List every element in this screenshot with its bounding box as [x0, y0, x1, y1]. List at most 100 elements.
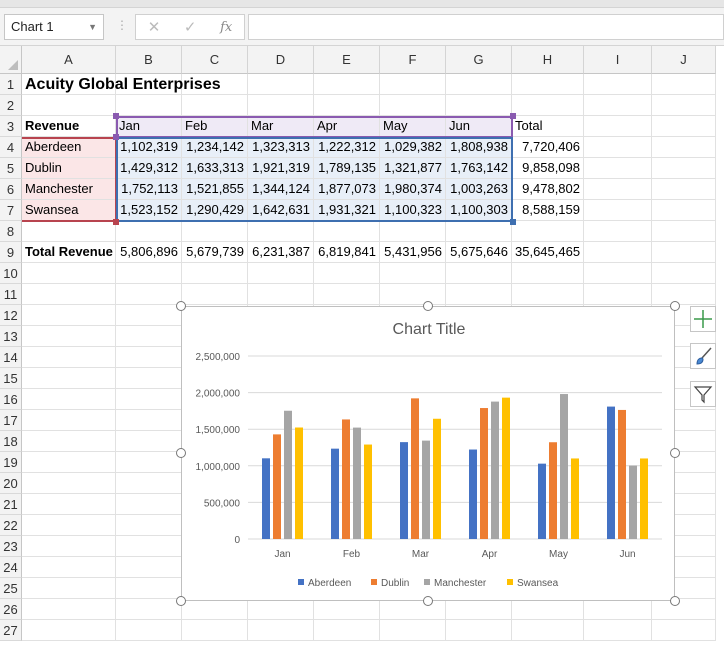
cell-H4[interactable]: 7,720,406	[512, 137, 584, 158]
cell[interactable]	[22, 494, 116, 515]
cell-B4[interactable]: 1,102,319	[116, 137, 182, 158]
row-header[interactable]: 17	[0, 410, 22, 431]
cell[interactable]	[584, 179, 652, 200]
range-handle[interactable]	[510, 113, 516, 119]
cell[interactable]	[116, 515, 182, 536]
column-header-I[interactable]: I	[584, 46, 652, 74]
cell-G7[interactable]: 1,100,303	[446, 200, 512, 221]
cell[interactable]	[116, 578, 182, 599]
cell-B6[interactable]: 1,752,113	[116, 179, 182, 200]
cell[interactable]	[22, 326, 116, 347]
cell[interactable]	[652, 284, 716, 305]
cell[interactable]	[512, 263, 584, 284]
cell-E9[interactable]: 6,819,841	[314, 242, 380, 263]
cell[interactable]	[584, 137, 652, 158]
row-header[interactable]: 25	[0, 578, 22, 599]
cell-G3[interactable]: Jun	[446, 116, 512, 137]
cell[interactable]	[584, 74, 652, 95]
chart[interactable]: Chart Title 0 500,000 1,000,000 1,500,000 2,0…	[181, 306, 675, 601]
cell[interactable]	[314, 599, 380, 620]
cell[interactable]	[446, 263, 512, 284]
cell[interactable]	[446, 95, 512, 116]
cell[interactable]	[446, 620, 512, 641]
cell[interactable]	[116, 599, 182, 620]
cell-E4[interactable]: 1,222,312	[314, 137, 380, 158]
cell[interactable]	[182, 284, 248, 305]
row-header[interactable]: 14	[0, 347, 22, 368]
cell[interactable]	[248, 620, 314, 641]
resize-handle[interactable]	[670, 596, 680, 606]
cell[interactable]	[116, 221, 182, 242]
cell-D4[interactable]: 1,323,313	[248, 137, 314, 158]
cell[interactable]	[22, 221, 116, 242]
row-header[interactable]: 3	[0, 116, 22, 137]
cell[interactable]	[22, 620, 116, 641]
cell-C9[interactable]: 5,679,739	[182, 242, 248, 263]
cell-F7[interactable]: 1,100,323	[380, 200, 446, 221]
row-header[interactable]: 20	[0, 473, 22, 494]
row-header[interactable]: 11	[0, 284, 22, 305]
cell[interactable]	[116, 284, 182, 305]
cell-E7[interactable]: 1,931,321	[314, 200, 380, 221]
cell[interactable]	[116, 305, 182, 326]
cell[interactable]	[584, 263, 652, 284]
cell[interactable]	[248, 284, 314, 305]
cell-B9[interactable]: 5,806,896	[116, 242, 182, 263]
cell[interactable]	[652, 242, 716, 263]
cell[interactable]	[22, 263, 116, 284]
cell[interactable]	[512, 620, 584, 641]
cell[interactable]	[446, 74, 512, 95]
cell-G4[interactable]: 1,808,938	[446, 137, 512, 158]
cell[interactable]	[380, 95, 446, 116]
cell[interactable]	[584, 95, 652, 116]
resize-handle[interactable]	[423, 596, 433, 606]
cell[interactable]	[22, 452, 116, 473]
cell[interactable]	[116, 452, 182, 473]
cell[interactable]	[248, 221, 314, 242]
cell[interactable]	[314, 263, 380, 284]
row-header[interactable]: 21	[0, 494, 22, 515]
cell[interactable]	[116, 431, 182, 452]
cell-C4[interactable]: 1,234,142	[182, 137, 248, 158]
cell[interactable]	[116, 368, 182, 389]
row-header[interactable]: 23	[0, 536, 22, 557]
cell-D7[interactable]: 1,642,631	[248, 200, 314, 221]
row-header[interactable]: 4	[0, 137, 22, 158]
cell[interactable]	[380, 263, 446, 284]
cell[interactable]	[380, 284, 446, 305]
range-handle[interactable]	[113, 219, 119, 225]
cell[interactable]	[22, 389, 116, 410]
cell[interactable]	[512, 284, 584, 305]
resize-handle[interactable]	[176, 301, 186, 311]
cell[interactable]	[22, 557, 116, 578]
cell-E3[interactable]: Apr	[314, 116, 380, 137]
drag-handle-icon[interactable]: ⋮	[116, 18, 128, 32]
range-handle[interactable]	[113, 134, 119, 140]
cell[interactable]	[116, 263, 182, 284]
column-header-B[interactable]: B	[116, 46, 182, 74]
cell[interactable]	[314, 74, 380, 95]
cell-B7[interactable]: 1,523,152	[116, 200, 182, 221]
cell[interactable]	[314, 95, 380, 116]
cell[interactable]	[380, 221, 446, 242]
cell[interactable]	[652, 221, 716, 242]
row-header[interactable]: 26	[0, 599, 22, 620]
cell[interactable]	[22, 578, 116, 599]
name-box[interactable]: Chart 1 ▼	[4, 14, 104, 40]
chart-elements-button[interactable]	[690, 306, 716, 332]
cell[interactable]	[116, 557, 182, 578]
cell-D3[interactable]: Mar	[248, 116, 314, 137]
cell[interactable]	[182, 221, 248, 242]
row-header[interactable]: 5	[0, 158, 22, 179]
resize-handle[interactable]	[670, 301, 680, 311]
row-header[interactable]: 6	[0, 179, 22, 200]
resize-handle[interactable]	[670, 448, 680, 458]
column-header-D[interactable]: D	[248, 46, 314, 74]
cell[interactable]	[182, 620, 248, 641]
cell[interactable]	[22, 410, 116, 431]
row-header[interactable]: 1	[0, 74, 22, 95]
column-header-F[interactable]: F	[380, 46, 446, 74]
cell-A9[interactable]: Total Revenue	[22, 242, 116, 263]
column-header-H[interactable]: H	[512, 46, 584, 74]
range-handle[interactable]	[113, 113, 119, 119]
